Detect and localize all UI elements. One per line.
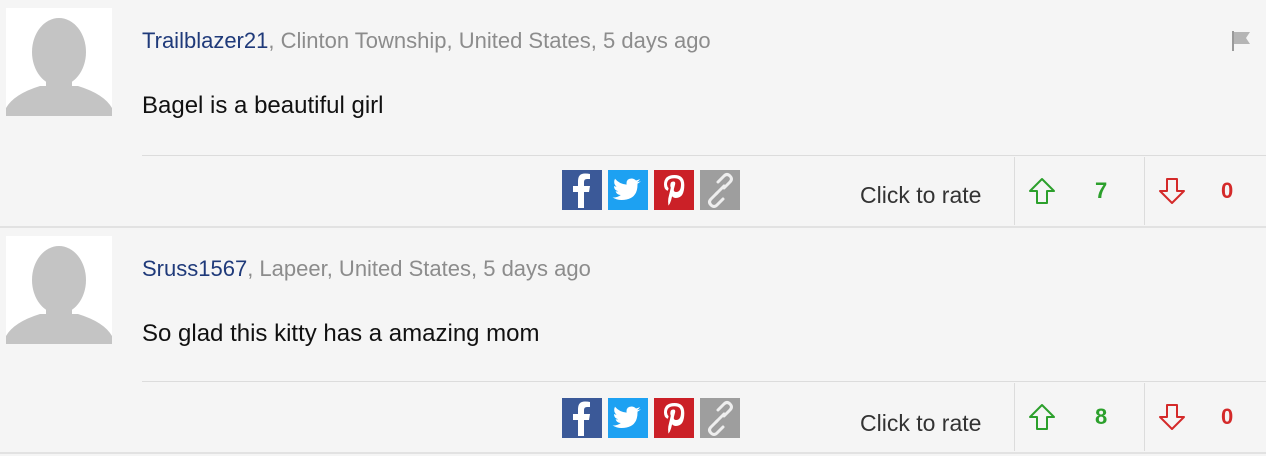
upvote-box: 7 [1014, 157, 1144, 225]
comment-item: Sruss1567, Lapeer, United States, 5 days… [0, 228, 1266, 454]
link-icon[interactable] [700, 170, 740, 210]
default-avatar-icon[interactable] [6, 8, 112, 116]
location-time: , Clinton Township, United States, 5 day… [268, 28, 711, 53]
rate-label: Click to rate [860, 410, 982, 436]
downvote-count: 0 [1221, 404, 1234, 429]
twitter-icon[interactable] [608, 398, 648, 438]
share-buttons [562, 398, 740, 438]
comment-list: Trailblazer21, Clinton Township, United … [0, 0, 1266, 454]
pinterest-icon[interactable] [654, 170, 694, 210]
username-link[interactable]: Trailblazer21 [142, 28, 268, 53]
link-icon[interactable] [700, 398, 740, 438]
divider [142, 155, 1266, 156]
upvote-box: 8 [1014, 383, 1144, 451]
downvote-box: 0 [1144, 383, 1266, 451]
arrow-down-icon[interactable] [1157, 176, 1187, 206]
pinterest-icon[interactable] [654, 398, 694, 438]
upvote-count: 7 [1095, 178, 1108, 203]
downvote-box: 0 [1144, 157, 1266, 225]
upvote-count: 8 [1095, 404, 1108, 429]
username-link[interactable]: Sruss1567 [142, 256, 247, 281]
comment-meta: Trailblazer21, Clinton Township, United … [142, 28, 711, 54]
share-buttons [562, 170, 740, 210]
arrow-down-icon[interactable] [1157, 402, 1187, 432]
flag-icon[interactable] [1230, 30, 1252, 52]
arrow-up-icon[interactable] [1027, 402, 1057, 432]
default-avatar-icon[interactable] [6, 236, 112, 344]
arrow-up-icon[interactable] [1027, 176, 1057, 206]
facebook-icon[interactable] [562, 170, 602, 210]
rate-label: Click to rate [860, 182, 982, 208]
downvote-count: 0 [1221, 178, 1234, 203]
comment-text: Bagel is a beautiful girl [142, 92, 384, 119]
twitter-icon[interactable] [608, 170, 648, 210]
comment-item: Trailblazer21, Clinton Township, United … [0, 0, 1266, 228]
location-time: , Lapeer, United States, 5 days ago [247, 256, 591, 281]
comment-meta: Sruss1567, Lapeer, United States, 5 days… [142, 256, 591, 282]
divider [142, 381, 1266, 382]
facebook-icon[interactable] [562, 398, 602, 438]
comment-text: So glad this kitty has a amazing mom [142, 320, 540, 347]
